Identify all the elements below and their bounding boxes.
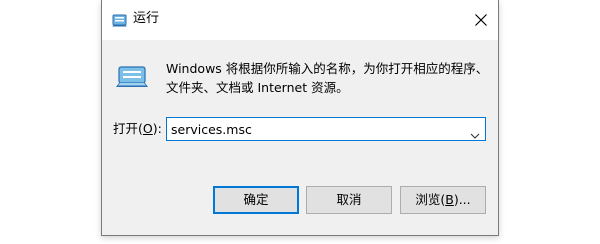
open-combobox[interactable] (166, 117, 486, 141)
open-label-suffix: ): (152, 121, 162, 136)
open-label-prefix: 打开( (113, 121, 143, 136)
browse-label-accel: B (445, 192, 454, 207)
ok-button[interactable]: 确定 (213, 186, 299, 214)
close-icon (475, 14, 487, 26)
open-label: 打开(O): (113, 120, 162, 138)
description-line-2: 文件夹、文档或 Internet 资源。 (166, 80, 349, 95)
description-line-1: Windows 将根据你所输入的名称，为你打开相应的程序、 (166, 61, 489, 76)
browse-label-prefix: 浏览( (415, 192, 446, 207)
open-input[interactable] (171, 121, 461, 137)
title-bar[interactable]: 运行 (102, 0, 498, 40)
close-button[interactable] (464, 0, 498, 40)
chevron-down-icon[interactable] (470, 125, 480, 139)
browse-label-suffix: )... (453, 192, 471, 207)
open-label-accel: O (142, 121, 153, 136)
browse-button[interactable]: 浏览(B)... (400, 186, 486, 214)
run-icon (116, 66, 148, 88)
run-icon (112, 12, 128, 27)
description-text: Windows 将根据你所输入的名称，为你打开相应的程序、 文件夹、文档或 In… (166, 59, 488, 97)
cancel-button[interactable]: 取消 (306, 186, 392, 214)
run-dialog: 运行 Windows 将根据你所输入的名称，为你打开相应的程序、 文件夹、文档或… (101, 0, 499, 236)
window-title: 运行 (133, 11, 160, 26)
